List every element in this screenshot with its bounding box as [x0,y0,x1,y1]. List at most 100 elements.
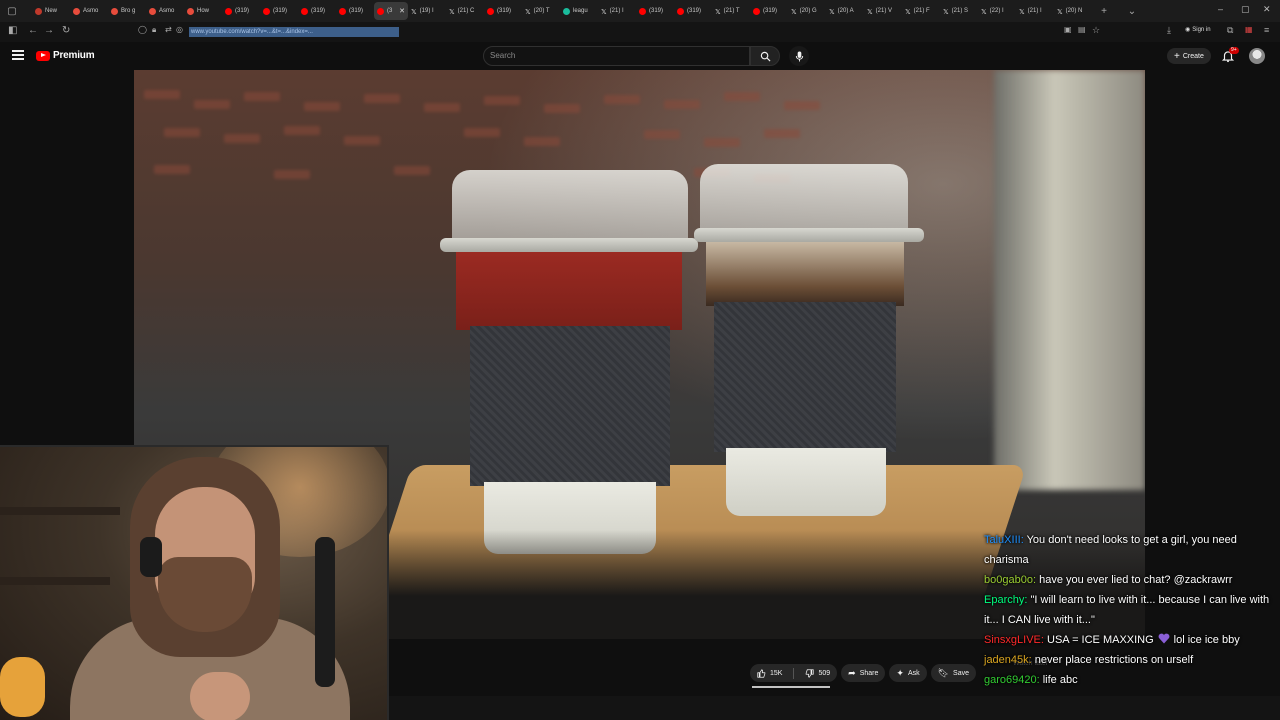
chat-message: SinsxgLIVE: USA = ICE MAXXING lol ice ice… [980,630,1280,650]
microphone-arm [315,537,335,687]
share-button[interactable]: ➦ Share [841,664,886,682]
chat-message: TaluXIII: You don't need looks to get a … [980,530,1280,570]
browser-tab[interactable]: 𝕏 (21) I [598,2,636,20]
tab-list-chevron-icon[interactable]: ⌄ [1124,3,1140,19]
lock-icon[interactable]: 🔒︎ [152,25,156,35]
extension-badge-icon[interactable]: ▦ [1245,25,1253,34]
tab-label: (319) [349,8,364,14]
browser-tab[interactable]: 𝕏 (19) I [408,2,446,20]
maximize-icon[interactable]: ▢ [1241,4,1250,15]
chat-username[interactable]: bo0gab0o [984,574,1033,586]
extensions-icon[interactable]: ⧉ [1227,25,1233,36]
sparkle-icon: ✦ [896,667,904,678]
sign-in-button[interactable]: ◉ Sign in [1185,26,1211,34]
browser-tab[interactable]: (319) [484,2,522,20]
tab-label: leagu [573,8,588,14]
browser-tab[interactable]: 𝕏 (20) A [826,2,864,20]
reload-icon[interactable]: ↻ [62,25,70,36]
x-logo-icon: 𝕏 [1057,8,1063,16]
chat-overlay: TaluXIII: You don't need looks to get a … [980,530,1280,690]
voice-search-button[interactable] [789,46,809,66]
chat-username[interactable]: jaden45k [984,654,1029,666]
browser-tab[interactable]: 𝕏 (21) S [940,2,978,20]
thumbs-up-icon [757,668,766,678]
browser-tab[interactable]: 𝕏 (21) C [446,2,484,20]
tab-label: (3 [387,8,393,14]
browser-tab[interactable]: Asmo [146,2,184,20]
browser-tab[interactable]: Bro g [108,2,146,20]
x-logo-icon: 𝕏 [791,8,797,16]
user-avatar[interactable] [1249,48,1265,64]
youtube-premium-logo[interactable]: Premium [36,50,95,61]
browser-tab[interactable]: 𝕏 (20) G [788,2,826,20]
browser-tab[interactable]: 𝕏 (21) F [902,2,940,20]
x-logo-icon: 𝕏 [981,8,987,16]
browser-tab[interactable]: leagu [560,2,598,20]
x-logo-icon: 𝕏 [715,8,721,16]
url-field[interactable]: www.youtube.com/watch?v=...&t=...&index=… [189,27,399,37]
like-button[interactable]: 15K [750,664,789,682]
chat-username[interactable]: Eparchy [984,594,1024,606]
browser-tab[interactable]: (319) [674,2,712,20]
browser-tab[interactable]: How [184,2,222,20]
browser-tab[interactable]: 𝕏 (20) T [522,2,560,20]
picture-in-picture-icon[interactable]: ▣ [1064,25,1072,34]
tab-label: (20) T [533,8,550,14]
ask-button[interactable]: ✦ Ask [889,664,927,682]
tab-label: (319) [235,8,250,14]
search-input[interactable]: Search [483,46,750,66]
microphone-icon [795,50,803,62]
browser-tab[interactable]: (3 ✕ [374,2,408,20]
tab-label: How [197,8,210,14]
shield-icon[interactable]: ◯ [138,25,147,34]
browser-tab[interactable]: (319) [636,2,674,20]
browser-tab[interactable]: 𝕏 (21) V [864,2,902,20]
tab-label: (19) I [419,8,434,14]
tab-label: (21) C [457,8,475,14]
browser-tab[interactable]: 𝕏 (21) T [712,2,750,20]
notification-count-badge: 9+ [1229,47,1239,54]
back-icon[interactable]: ← [28,25,38,36]
split-view-icon[interactable]: ◧ [8,25,17,36]
create-label: Create [1182,52,1204,60]
like-dislike-group: 15K 509 [750,664,838,682]
browser-tab[interactable]: 𝕏 (22) I [978,2,1016,20]
favicon-icon [73,7,80,15]
close-window-icon[interactable]: ✕ [1263,4,1271,15]
chat-username[interactable]: TaluXIII [984,534,1021,546]
forward-icon[interactable]: → [44,25,54,36]
chat-username[interactable]: SinsxgLIVE [984,634,1041,646]
favicon-icon [301,7,308,15]
create-button[interactable]: + Create [1167,48,1211,64]
tab-label: Asmo [83,8,99,14]
chat-username[interactable]: garo69420 [984,674,1037,686]
favicon-icon [487,7,494,15]
browser-tab[interactable]: New [32,2,70,20]
site-settings-icon[interactable]: ⇄ [165,25,172,34]
guide-menu-icon[interactable] [12,50,24,60]
browser-tab[interactable]: Asmo [70,2,108,20]
search-button[interactable] [750,46,780,66]
browser-tab[interactable]: 𝕏 (21) I [1016,2,1054,20]
logo-text: Premium [53,50,95,61]
browser-menu-icon[interactable]: ≡ [1264,25,1269,35]
x-logo-icon: 𝕏 [867,8,873,16]
save-button[interactable]: 🔖︎ Save [930,664,977,682]
tab-label: (319) [497,8,512,14]
browser-tab[interactable]: (319) [750,2,788,20]
browser-tab[interactable]: (319) [222,2,260,20]
minimize-icon[interactable]: – [1218,4,1223,14]
bookmark-star-icon[interactable]: ☆ [1092,25,1100,36]
tracking-icon[interactable]: ◎ [176,25,183,34]
downloads-icon[interactable]: ⤓ [1167,25,1171,36]
dislike-button[interactable]: 509 [798,664,837,682]
favicon-icon [187,7,194,15]
browser-tab[interactable]: (319) [260,2,298,20]
close-tab-icon[interactable]: ✕ [399,7,405,15]
browser-tab[interactable]: (319) [298,2,336,20]
reader-view-icon[interactable]: ▤ [1078,25,1086,34]
browser-tab[interactable]: (319) [336,2,374,20]
tab-actions-icon[interactable]: ▢ [4,3,20,19]
browser-tab[interactable]: 𝕏 (20) N [1054,2,1092,20]
new-tab-icon[interactable]: + [1096,3,1112,19]
